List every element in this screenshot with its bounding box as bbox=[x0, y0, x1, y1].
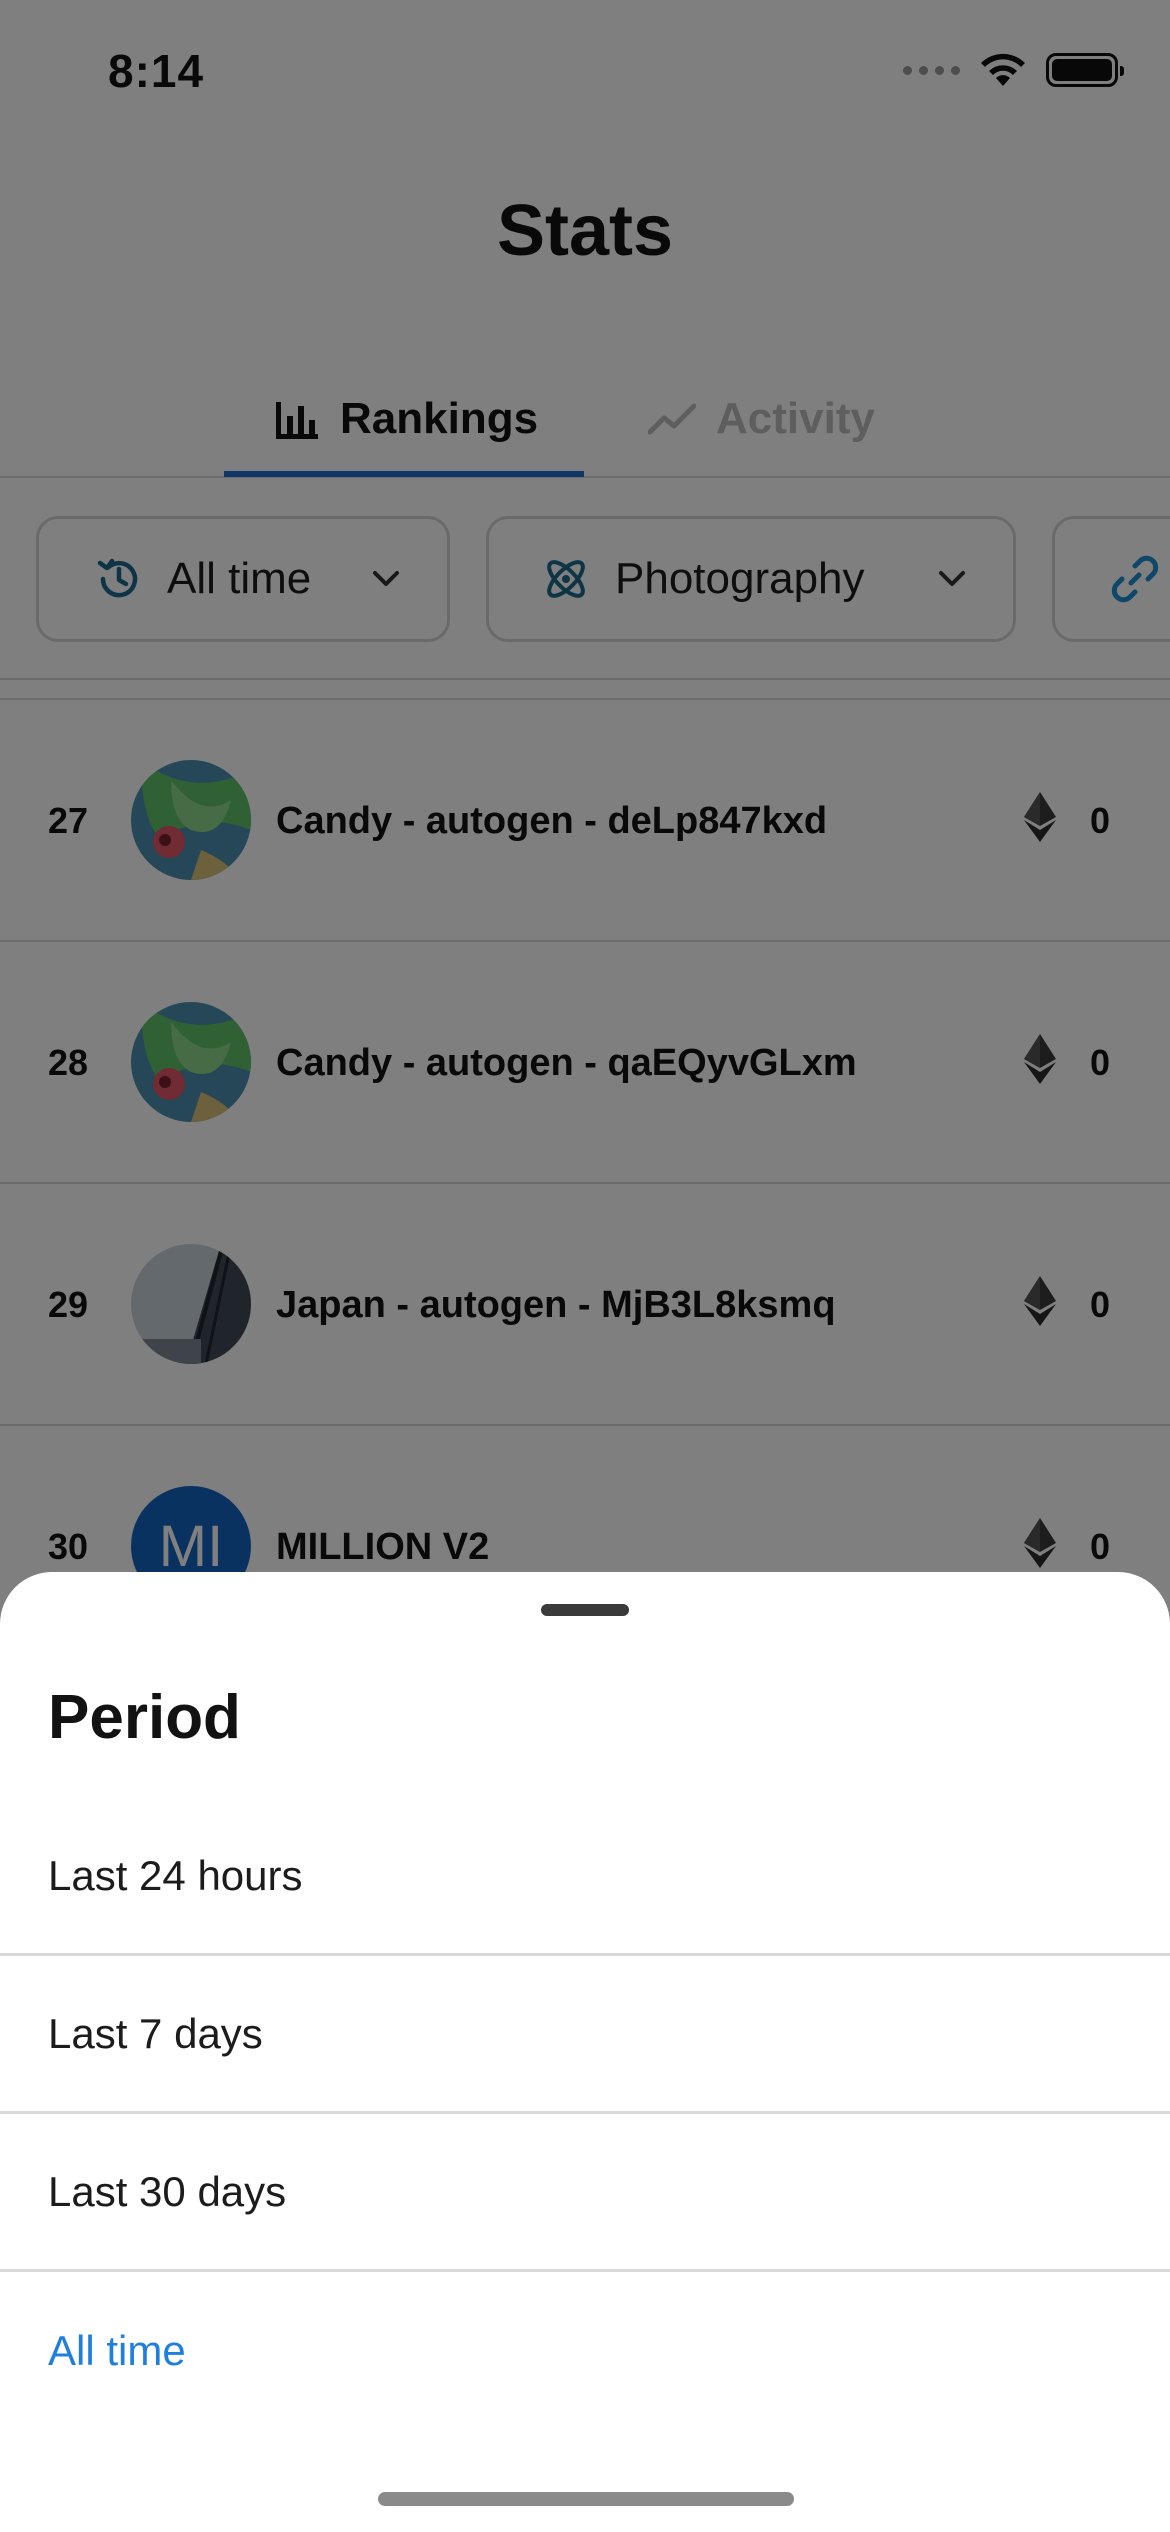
sheet-title: Period bbox=[48, 1683, 241, 1752]
period-option-label: Last 24 hours bbox=[48, 1851, 303, 1899]
period-option-label: Last 7 days bbox=[48, 2009, 263, 2057]
home-indicator[interactable] bbox=[378, 2492, 794, 2506]
period-option-label: All time bbox=[48, 2327, 186, 2374]
period-option-last-7-days[interactable]: Last 7 days bbox=[0, 1956, 1170, 2114]
period-option-last-24-hours[interactable]: Last 24 hours bbox=[0, 1798, 1170, 1956]
period-option-label: Last 30 days bbox=[48, 2167, 287, 2215]
sheet-drag-handle[interactable] bbox=[541, 1604, 629, 1616]
period-option-all-time[interactable]: All time bbox=[0, 2272, 1170, 2430]
period-bottom-sheet: Period Last 24 hours Last 7 days Last 30… bbox=[0, 1572, 1170, 2532]
period-option-last-30-days[interactable]: Last 30 days bbox=[0, 2114, 1170, 2272]
